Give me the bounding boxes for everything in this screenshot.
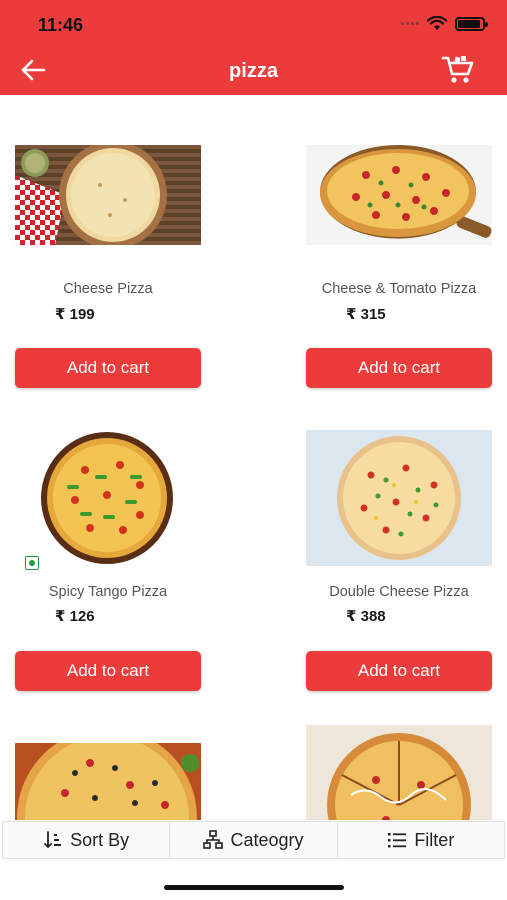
wifi-icon bbox=[427, 16, 447, 30]
page-title: pizza bbox=[229, 60, 278, 82]
product-card: Cheese Pizza ₹ 199 Add to cart bbox=[15, 145, 215, 388]
product-image[interactable] bbox=[15, 743, 201, 820]
cart-icon[interactable] bbox=[441, 54, 475, 86]
battery-icon bbox=[455, 16, 488, 31]
category-label: Cateogry bbox=[230, 829, 304, 850]
product-image[interactable] bbox=[306, 145, 492, 245]
product-name: Double Cheese Pizza bbox=[329, 584, 469, 600]
signal-icon bbox=[401, 22, 419, 25]
add-to-cart-button[interactable]: Add to cart bbox=[306, 651, 492, 691]
product-card: Spicy Tango Pizza ₹ 126 Add to cart bbox=[15, 430, 215, 691]
status-time: 11:46 bbox=[38, 15, 84, 35]
product-image[interactable] bbox=[306, 430, 492, 566]
veg-indicator-icon bbox=[25, 556, 39, 570]
product-price: ₹ 388 bbox=[346, 608, 386, 625]
product-name: Cheese Pizza bbox=[63, 281, 153, 297]
product-price: ₹ 126 bbox=[55, 608, 95, 625]
product-card: Cheese & Tomato Pizza ₹ 315 Add to cart bbox=[306, 145, 506, 388]
home-indicator bbox=[164, 885, 344, 890]
product-card bbox=[15, 743, 215, 820]
product-card: Double Cheese Pizza ₹ 388 Add to cart bbox=[306, 430, 506, 691]
product-card bbox=[306, 725, 506, 820]
product-image[interactable] bbox=[306, 725, 492, 820]
list-icon bbox=[388, 833, 407, 848]
product-grid: Cheese Pizza ₹ 199 Add to cart Cheese & … bbox=[0, 95, 507, 820]
sort-icon bbox=[44, 831, 62, 849]
product-image[interactable] bbox=[15, 430, 201, 570]
product-name: Spicy Tango Pizza bbox=[48, 584, 168, 600]
product-name: Cheese & Tomato Pizza bbox=[321, 281, 477, 297]
add-to-cart-button[interactable]: Add to cart bbox=[15, 348, 201, 388]
sort-by-button[interactable]: Sort By bbox=[3, 822, 171, 858]
sort-by-label: Sort By bbox=[70, 829, 130, 850]
status-icons bbox=[401, 16, 488, 31]
add-to-cart-button[interactable]: Add to cart bbox=[15, 651, 201, 691]
product-price: ₹ 315 bbox=[346, 306, 386, 323]
product-price: ₹ 199 bbox=[55, 306, 95, 323]
bottom-action-bar: Sort By Cateogry Filter bbox=[2, 821, 505, 859]
product-image[interactable] bbox=[15, 145, 201, 245]
category-button[interactable]: Cateogry bbox=[170, 822, 338, 858]
app-header: 11:46 pizza bbox=[0, 0, 507, 95]
filter-button[interactable]: Filter bbox=[337, 822, 504, 858]
filter-label: Filter bbox=[414, 829, 455, 850]
category-tree-icon bbox=[203, 830, 224, 849]
add-to-cart-button[interactable]: Add to cart bbox=[306, 348, 492, 388]
